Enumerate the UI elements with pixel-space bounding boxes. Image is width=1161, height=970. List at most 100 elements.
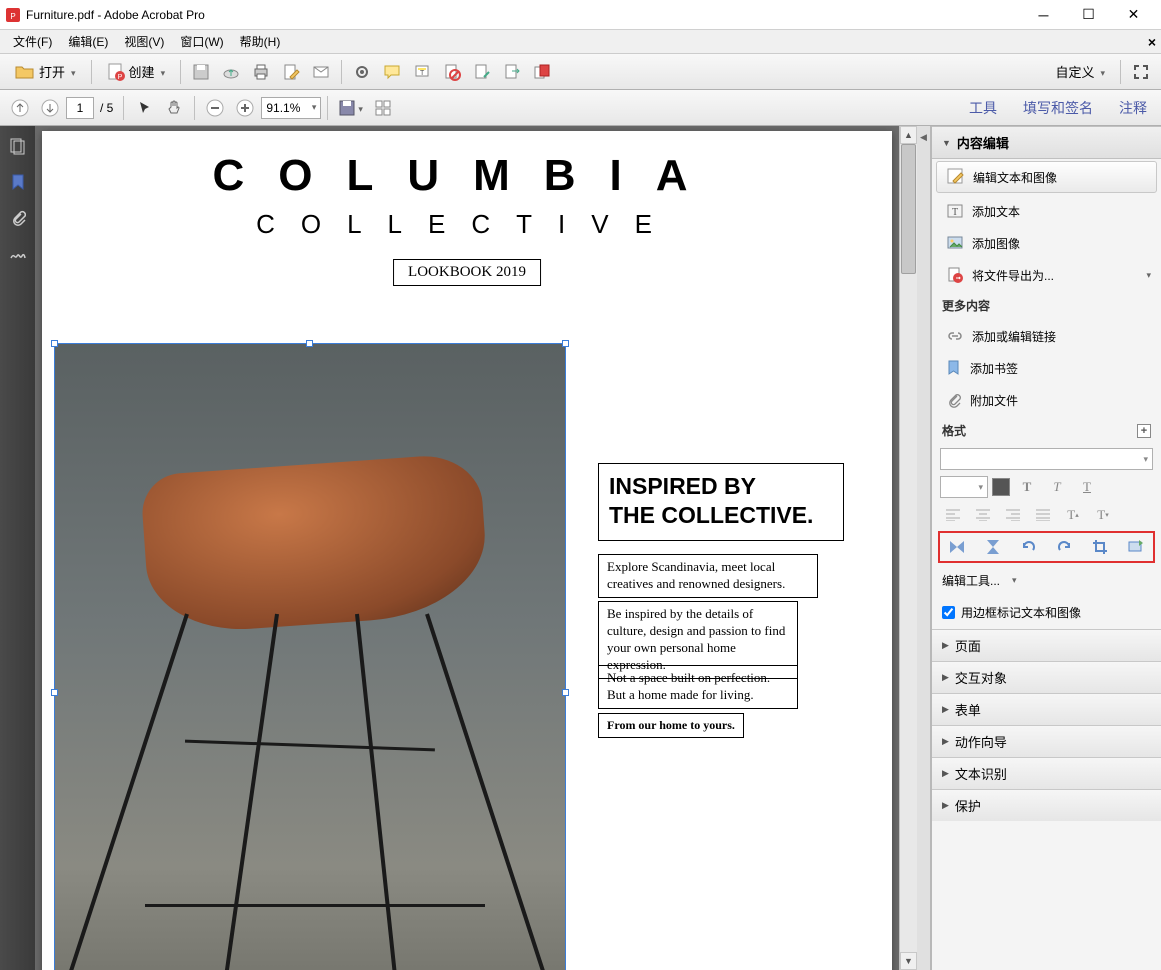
align-center-button[interactable] bbox=[970, 504, 996, 526]
menu-window[interactable]: 窗口(W) bbox=[172, 30, 231, 53]
selected-image-frame[interactable] bbox=[54, 343, 566, 970]
close-button[interactable]: ✕ bbox=[1111, 1, 1156, 29]
font-family-select[interactable]: ▾ bbox=[940, 448, 1153, 470]
item-add-edit-link[interactable]: 添加或编辑链接 bbox=[932, 320, 1161, 352]
mark-boxes-checkbox[interactable] bbox=[942, 606, 955, 619]
scroll-up-arrow[interactable]: ▲ bbox=[900, 126, 917, 144]
scroll-down-arrow[interactable]: ▼ bbox=[900, 952, 917, 970]
resize-handle-tm[interactable] bbox=[306, 340, 313, 347]
align-left-button[interactable] bbox=[940, 504, 966, 526]
page-section-label: 页面 bbox=[955, 636, 981, 655]
underline-button[interactable]: T bbox=[1074, 476, 1100, 498]
next-page-button[interactable] bbox=[36, 94, 64, 122]
select-tool[interactable] bbox=[130, 94, 158, 122]
create-button[interactable]: P 创建 bbox=[98, 58, 175, 86]
export-as-label: 将文件导出为... bbox=[972, 267, 1054, 284]
align-justify-button[interactable] bbox=[1030, 504, 1056, 526]
export-button[interactable] bbox=[498, 58, 526, 86]
save-copy-button[interactable] bbox=[334, 94, 367, 122]
menu-file[interactable]: 文件(F) bbox=[5, 30, 60, 53]
fullscreen-icon bbox=[1132, 63, 1150, 81]
pdf-page[interactable]: COLUMBIA COLLECTIVE LOOKBOOK 2019 bbox=[42, 131, 892, 970]
zoom-out-button[interactable] bbox=[201, 94, 229, 122]
section-protect[interactable]: ▶保护 bbox=[932, 789, 1161, 821]
section-page[interactable]: ▶页面 bbox=[932, 629, 1161, 661]
item-add-text[interactable]: T 添加文本 bbox=[932, 195, 1161, 227]
section-interactive[interactable]: ▶交互对象 bbox=[932, 661, 1161, 693]
email-button[interactable] bbox=[307, 58, 335, 86]
combine-button[interactable] bbox=[528, 58, 556, 86]
zoom-select[interactable]: 91.1%▾ bbox=[261, 97, 321, 119]
item-attach-file[interactable]: 附加文件 bbox=[932, 384, 1161, 416]
gear-button[interactable] bbox=[348, 58, 376, 86]
mark-boxes-row[interactable]: 用边框标记文本和图像 bbox=[932, 596, 1161, 629]
print-button[interactable] bbox=[247, 58, 275, 86]
thumbnails-button[interactable] bbox=[369, 94, 397, 122]
scan-button[interactable] bbox=[468, 58, 496, 86]
italic-button[interactable]: T bbox=[1044, 476, 1070, 498]
scroll-thumb[interactable] bbox=[901, 144, 916, 274]
bold-button[interactable]: T bbox=[1014, 476, 1040, 498]
fill-sign-link[interactable]: 填写和签名 bbox=[1015, 94, 1101, 122]
scroll-track[interactable] bbox=[900, 144, 917, 952]
flip-vertical-button[interactable] bbox=[945, 537, 969, 557]
item-add-image[interactable]: 添加图像 bbox=[932, 227, 1161, 259]
item-edit-text-image[interactable]: 编辑文本和图像 bbox=[936, 161, 1157, 193]
fullscreen-button[interactable] bbox=[1127, 58, 1155, 86]
format-header: 格式 + bbox=[932, 416, 1161, 445]
replace-image-button[interactable] bbox=[1124, 537, 1148, 557]
hand-tool[interactable] bbox=[160, 94, 188, 122]
item-add-bookmark[interactable]: 添加书签 bbox=[932, 352, 1161, 384]
flip-horizontal-button[interactable] bbox=[981, 537, 1005, 557]
open-button[interactable]: 打开 bbox=[6, 58, 85, 86]
section-action-guide[interactable]: ▶动作向导 bbox=[932, 725, 1161, 757]
align-right-button[interactable] bbox=[1000, 504, 1026, 526]
rotate-ccw-button[interactable] bbox=[1017, 537, 1041, 557]
bookmarks-panel-button[interactable] bbox=[6, 170, 30, 194]
vertical-scrollbar[interactable]: ▲ ▼ bbox=[899, 126, 917, 970]
section-text-recog[interactable]: ▶文本识别 bbox=[932, 757, 1161, 789]
item-edit-tools[interactable]: 编辑工具... ▾ bbox=[932, 565, 1161, 596]
crop-button[interactable] bbox=[1088, 537, 1112, 557]
resize-handle-mr[interactable] bbox=[562, 689, 569, 696]
rotate-cw-button[interactable] bbox=[1052, 537, 1076, 557]
maximize-button[interactable]: ☐ bbox=[1066, 1, 1111, 29]
resize-handle-ml[interactable] bbox=[51, 689, 58, 696]
comment-button[interactable] bbox=[378, 58, 406, 86]
customize-button[interactable]: 自定义 bbox=[1046, 58, 1114, 86]
stamp-button[interactable] bbox=[438, 58, 466, 86]
section-form[interactable]: ▶表单 bbox=[932, 693, 1161, 725]
attachments-panel-button[interactable] bbox=[6, 206, 30, 230]
highlight-button[interactable]: T bbox=[408, 58, 436, 86]
superscript-button[interactable]: T▴ bbox=[1060, 504, 1086, 526]
minimize-button[interactable]: ─ bbox=[1021, 1, 1066, 29]
menu-close-x[interactable]: × bbox=[1148, 34, 1156, 50]
resize-handle-tl[interactable] bbox=[51, 340, 58, 347]
prev-page-button[interactable] bbox=[6, 94, 34, 122]
page-number-input[interactable] bbox=[66, 97, 94, 119]
item-export-as[interactable]: 将文件导出为... ▾ bbox=[932, 259, 1161, 291]
format-expand-button[interactable]: + bbox=[1137, 424, 1151, 438]
document-viewport: COLUMBIA COLLECTIVE LOOKBOOK 2019 bbox=[35, 126, 917, 970]
signature-icon bbox=[9, 246, 27, 262]
subscript-button[interactable]: T▾ bbox=[1090, 504, 1116, 526]
cloud-button[interactable] bbox=[217, 58, 245, 86]
menu-edit[interactable]: 编辑(E) bbox=[60, 30, 116, 53]
resize-handle-tr[interactable] bbox=[562, 340, 569, 347]
signatures-panel-button[interactable] bbox=[6, 242, 30, 266]
zoom-in-icon bbox=[236, 99, 254, 117]
save-button[interactable] bbox=[187, 58, 215, 86]
section-content-edit[interactable]: ▼内容编辑 bbox=[932, 126, 1161, 159]
thumbnails-panel-button[interactable] bbox=[6, 134, 30, 158]
action-guide-label: 动作向导 bbox=[955, 732, 1007, 751]
font-size-select[interactable]: ▾ bbox=[940, 476, 988, 498]
panel-collapse-button[interactable]: ◀ bbox=[917, 126, 931, 970]
doc-title-2: COLLECTIVE bbox=[42, 209, 892, 240]
zoom-in-button[interactable] bbox=[231, 94, 259, 122]
tools-link[interactable]: 工具 bbox=[961, 94, 1005, 122]
font-color-swatch[interactable] bbox=[992, 478, 1010, 496]
menu-help[interactable]: 帮助(H) bbox=[232, 30, 289, 53]
menu-view[interactable]: 视图(V) bbox=[116, 30, 172, 53]
annotate-link[interactable]: 注释 bbox=[1111, 94, 1155, 122]
edit-doc-button[interactable] bbox=[277, 58, 305, 86]
